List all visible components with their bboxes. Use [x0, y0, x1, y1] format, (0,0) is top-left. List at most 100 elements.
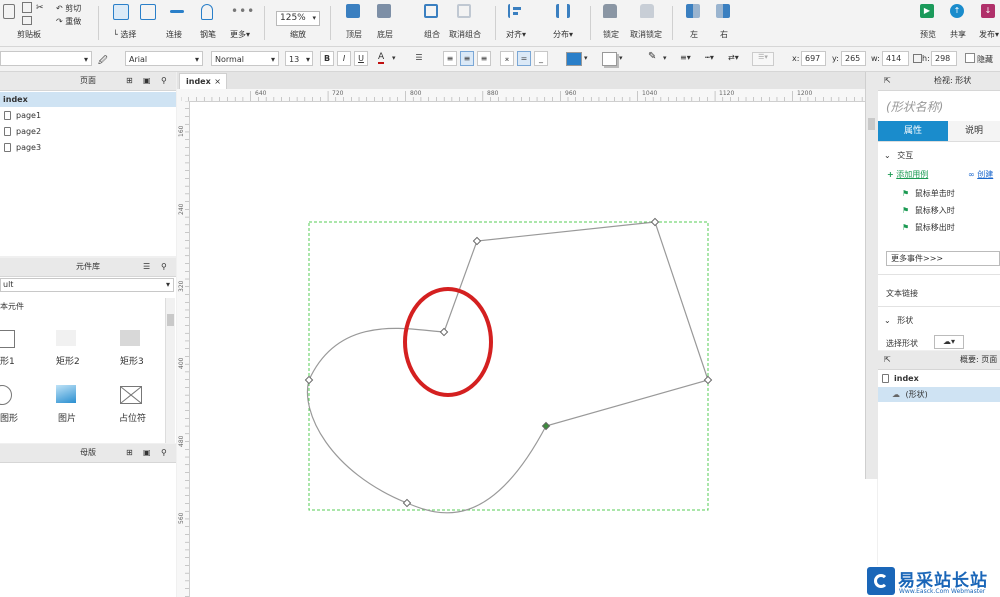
preview-button[interactable]: ▶: [920, 4, 934, 20]
vertex-handle[interactable]: [304, 375, 314, 385]
add-folder-icon[interactable]: ▣: [143, 444, 151, 462]
widget-rectangle1-icon[interactable]: [0, 330, 15, 348]
arrow-style-button[interactable]: ⇄▾: [728, 53, 739, 62]
create-link-link[interactable]: ∞ 创建: [968, 169, 993, 180]
shape-vertex-handles[interactable]: [304, 217, 713, 508]
vertex-handle[interactable]: [402, 498, 412, 508]
widget-image-icon[interactable]: [56, 385, 76, 403]
outline-item-page[interactable]: index: [878, 371, 919, 386]
fill-color-dropdown[interactable]: ▾: [584, 54, 588, 62]
event-onmouseenter[interactable]: ⚑ 鼠标移入时: [902, 205, 955, 216]
connector-tool-button[interactable]: [140, 4, 156, 22]
scrollbar-thumb[interactable]: [868, 118, 875, 130]
select-tool-button[interactable]: [113, 4, 129, 22]
align-button[interactable]: [508, 4, 524, 20]
right-button[interactable]: [716, 4, 730, 20]
event-onclick[interactable]: ⚑ 鼠标单击时: [902, 188, 955, 199]
font-size-select[interactable]: 13 ▾: [285, 51, 313, 66]
left-button[interactable]: [686, 4, 700, 20]
widget-rectangle3-icon[interactable]: [120, 330, 140, 346]
italic-button[interactable]: I: [337, 51, 351, 66]
underline-button[interactable]: U: [354, 51, 368, 66]
search-icon[interactable]: ⚲: [161, 444, 167, 462]
font-color-button[interactable]: A: [378, 53, 385, 64]
library-scrollbar[interactable]: [165, 298, 175, 443]
canvas-vertical-scrollbar[interactable]: [865, 72, 878, 479]
copy-button[interactable]: [22, 2, 32, 13]
cut-button[interactable]: ✂: [36, 3, 44, 13]
distribute-button[interactable]: [556, 4, 570, 20]
shape-name-input[interactable]: (形状名称): [886, 98, 943, 115]
line-pattern-button[interactable]: ┅▾: [705, 53, 714, 62]
format-painter-button[interactable]: [22, 16, 32, 25]
share-button[interactable]: ↑: [950, 4, 964, 20]
group-button[interactable]: [424, 4, 438, 20]
lock-button[interactable]: [603, 4, 617, 20]
tab-index[interactable]: index ×: [179, 73, 227, 89]
widget-rectangle2-icon[interactable]: [56, 330, 76, 346]
vertex-handle[interactable]: [439, 327, 449, 337]
undo-button[interactable]: ↶ 剪切: [56, 3, 81, 14]
line-color-button[interactable]: ✎: [648, 51, 656, 62]
tab-properties[interactable]: 属性: [878, 121, 948, 141]
ungroup-button[interactable]: [457, 4, 471, 20]
line-width-button[interactable]: ≡▾: [680, 53, 691, 62]
bullet-list-button[interactable]: ☰: [412, 51, 426, 66]
interactions-section-toggle[interactable]: ⌄ 交互: [884, 150, 913, 161]
add-page-icon[interactable]: ⊞: [126, 72, 133, 90]
connector-style-button[interactable]: [170, 4, 184, 15]
font-color-dropdown[interactable]: ▾: [392, 54, 396, 62]
selection-box[interactable]: [308, 221, 709, 511]
widget-placeholder-icon[interactable]: [120, 386, 142, 404]
add-case-link[interactable]: + 添加用例: [887, 169, 928, 180]
scrollbar-thumb[interactable]: [167, 314, 174, 326]
tab-notes[interactable]: 说明: [948, 121, 1000, 141]
pen-tool-button[interactable]: [201, 4, 213, 22]
redo-button[interactable]: ↷ 重做: [56, 16, 81, 27]
outline-item-shape[interactable]: ☁ (形状): [878, 387, 1000, 402]
shadow-button[interactable]: [602, 52, 617, 66]
bring-front-button[interactable]: [346, 4, 360, 20]
x-input[interactable]: 697: [801, 51, 826, 66]
close-icon[interactable]: ×: [214, 74, 221, 89]
style-editor-icon[interactable]: 🖉: [98, 53, 108, 69]
event-onmouseout[interactable]: ⚑ 鼠标移出时: [902, 222, 955, 233]
page-item-page1[interactable]: page1: [0, 108, 41, 123]
page-item-page2[interactable]: page2: [0, 124, 41, 139]
corner-radius-button[interactable]: ☰▾: [752, 52, 774, 66]
page-item-page3[interactable]: page3: [0, 140, 41, 155]
y-input[interactable]: 265: [841, 51, 866, 66]
more-tools-button[interactable]: •••: [231, 4, 255, 18]
vertex-handle[interactable]: [472, 236, 482, 246]
send-back-button[interactable]: [377, 4, 391, 20]
font-family-select[interactable]: Arial ▾: [125, 51, 203, 66]
valign-bottom-button[interactable]: _: [534, 51, 548, 66]
align-left-button[interactable]: ≡: [443, 51, 457, 66]
valign-top-button[interactable]: ⌅: [500, 51, 514, 66]
page-item-index[interactable]: index: [0, 92, 176, 107]
font-style-select[interactable]: Normal ▾: [211, 51, 279, 66]
bold-button[interactable]: B: [320, 51, 334, 66]
expand-icon[interactable]: ⇱: [884, 351, 891, 369]
custom-shape-path[interactable]: [306, 221, 709, 514]
hide-checkbox[interactable]: [965, 53, 975, 63]
vertex-handle[interactable]: [650, 217, 660, 227]
align-right-button[interactable]: ≡: [477, 51, 491, 66]
h-input[interactable]: 298: [931, 51, 957, 66]
expand-icon[interactable]: ⇱: [884, 72, 891, 90]
search-icon[interactable]: ⚲: [161, 258, 167, 276]
vertex-handle[interactable]: [703, 375, 713, 385]
fill-color-button[interactable]: [566, 52, 582, 66]
line-color-dropdown[interactable]: ▾: [663, 54, 667, 62]
shape-section-toggle[interactable]: ⌄ 形状: [884, 315, 913, 326]
shadow-dropdown[interactable]: ▾: [619, 54, 623, 62]
text-link-section[interactable]: 文本链接: [886, 288, 918, 299]
vertex-handle-active[interactable]: [541, 421, 551, 431]
valign-middle-button[interactable]: =: [517, 51, 531, 66]
constrain-proportions-icon[interactable]: [913, 54, 922, 63]
menu-icon[interactable]: ☰: [143, 258, 150, 276]
zoom-select[interactable]: 125% ▾: [276, 11, 320, 26]
widget-ellipse-icon[interactable]: [0, 385, 12, 405]
align-center-button[interactable]: ≡: [460, 51, 474, 66]
design-canvas[interactable]: [190, 102, 865, 597]
